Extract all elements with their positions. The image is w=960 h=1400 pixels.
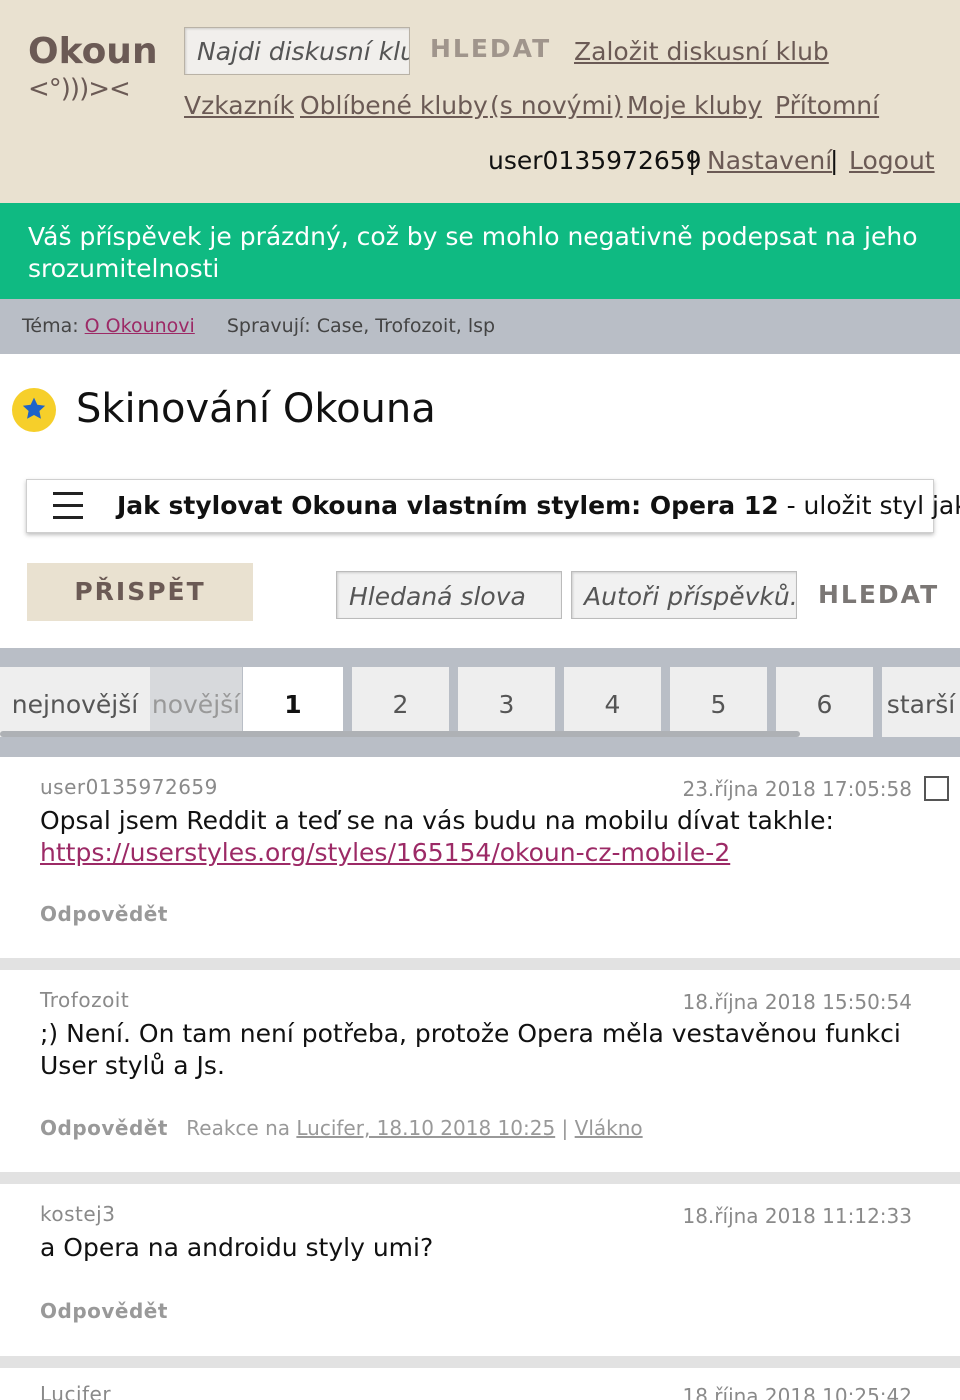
post-link[interactable]: https://userstyles.org/styles/165154/oko… [40,838,730,867]
search-words-input[interactable]: Hledaná slova [336,571,562,619]
post-date: 18.října 2018 10:25:42 [682,1384,912,1400]
search-button[interactable]: HLEDAT [818,580,939,609]
pager-scrollbar[interactable] [0,731,800,737]
search-authors-input[interactable]: Autoři příspěvků... [571,571,797,619]
topic-label: Téma: [22,315,79,337]
club-header-box: Jak stylovat Okouna vlastním stylem: Ope… [26,479,960,533]
post-footer: Odpovědět [40,902,168,926]
reaction-label: Reakce na [186,1116,291,1140]
post-footer: Odpovědět Reakce na Lucifer, 18.10 2018 … [40,1116,643,1140]
page-older[interactable]: starší [882,667,960,737]
club-title: Skinování Okouna [76,386,436,432]
separator: | [561,1116,569,1140]
page-1[interactable]: 1 [243,667,343,737]
post-author[interactable]: user0135972659 [40,775,218,799]
post-body: a Opera na androidu styly umi? [40,1233,434,1262]
settings-link[interactable]: Nastavení [707,146,832,175]
post-date: 23.října 2018 17:05:58 [682,777,912,801]
post-date: 18.října 2018 15:50:54 [682,990,912,1014]
page-5[interactable]: 5 [670,667,767,737]
reply-link[interactable]: Odpovědět [40,902,168,926]
club-header-rest: - uložit styl jako [786,491,960,520]
club-header-text: Jak stylovat Okouna vlastním stylem: Ope… [117,491,960,520]
post-author[interactable]: Lucifer [40,1382,111,1400]
post-body: Opsal jsem Reddit a teď se na vás budu n… [40,805,920,869]
empty-post-notice: Váš příspěvek je prázdný, což by se mohl… [0,203,960,299]
page-newer: novější [150,667,242,737]
page-4[interactable]: 4 [564,667,661,737]
page-3[interactable]: 3 [458,667,555,737]
nav-my-clubs[interactable]: Moje kluby [627,91,762,120]
admins-label: Spravují: [226,315,311,337]
post-text: Opsal jsem Reddit a teď se na vás budu n… [40,806,834,835]
thread-link[interactable]: Vlákno [575,1116,643,1140]
nav-favorite-clubs[interactable]: Oblíbené kluby [300,91,488,120]
current-username: user0135972659 [488,146,702,175]
favorite-star-icon[interactable] [12,388,56,432]
club-search-input[interactable]: Najdi diskusní klub [184,27,410,75]
post-footer: Odpovědět [40,1299,168,1323]
page-6[interactable]: 6 [776,667,873,737]
menu-icon[interactable] [53,492,83,520]
create-club-link[interactable]: Založit diskusní klub [574,37,829,66]
logout-link[interactable]: Logout [849,146,935,175]
reaction-link[interactable]: Lucifer, 18.10 2018 10:25 [296,1116,555,1140]
reply-link[interactable]: Odpovědět [40,1299,168,1323]
club-search-button[interactable]: HLEDAT [430,34,551,63]
logo-text: Okoun [28,31,158,72]
post-author[interactable]: Trofozoit [40,988,129,1012]
post-author[interactable]: kostej3 [40,1202,115,1226]
nav-with-new[interactable]: (s novými) [490,91,623,120]
post-select-checkbox[interactable] [924,776,949,801]
post: kostej3 18.října 2018 11:12:33 a Opera n… [0,1184,960,1356]
separator: | [688,146,697,175]
topic-bar: Téma: O Okounovi Spravují: Case, Trofozo… [0,299,960,354]
post: Trofozoit 18.října 2018 15:50:54 ;) Není… [0,970,960,1172]
post: user0135972659 23.října 2018 17:05:58 Op… [0,757,960,958]
post-body: ;) Není. On tam není potřeba, protože Op… [40,1019,901,1080]
reply-link[interactable]: Odpovědět [40,1116,168,1140]
site-header: Okoun <°)))>< Najdi diskusní klub HLEDAT… [0,0,960,203]
admins-list: Case, Trofozoit, lsp [316,315,496,337]
nav-present[interactable]: Přítomní [775,91,879,120]
page-2[interactable]: 2 [352,667,449,737]
post-divider [0,1356,960,1368]
post-divider [0,1172,960,1184]
page-newest[interactable]: nejnovější [0,667,150,737]
contribute-button[interactable]: PŘISPĚT [27,563,253,621]
post: Lucifer 18.října 2018 10:25:42 [0,1368,960,1400]
separator: | [830,146,839,175]
site-logo[interactable]: Okoun <°)))>< [28,30,158,104]
club-header-bold: Jak stylovat Okouna vlastním stylem: Ope… [117,491,779,520]
post-divider [0,958,960,970]
post-date: 18.října 2018 11:12:33 [682,1204,912,1228]
topic-link[interactable]: O Okounovi [85,315,195,337]
nav-messages[interactable]: Vzkazník [184,91,294,120]
logo-fish: <°)))>< [28,74,131,104]
pagination: nejnovější novější 1 2 3 4 5 6 starší [0,648,960,757]
